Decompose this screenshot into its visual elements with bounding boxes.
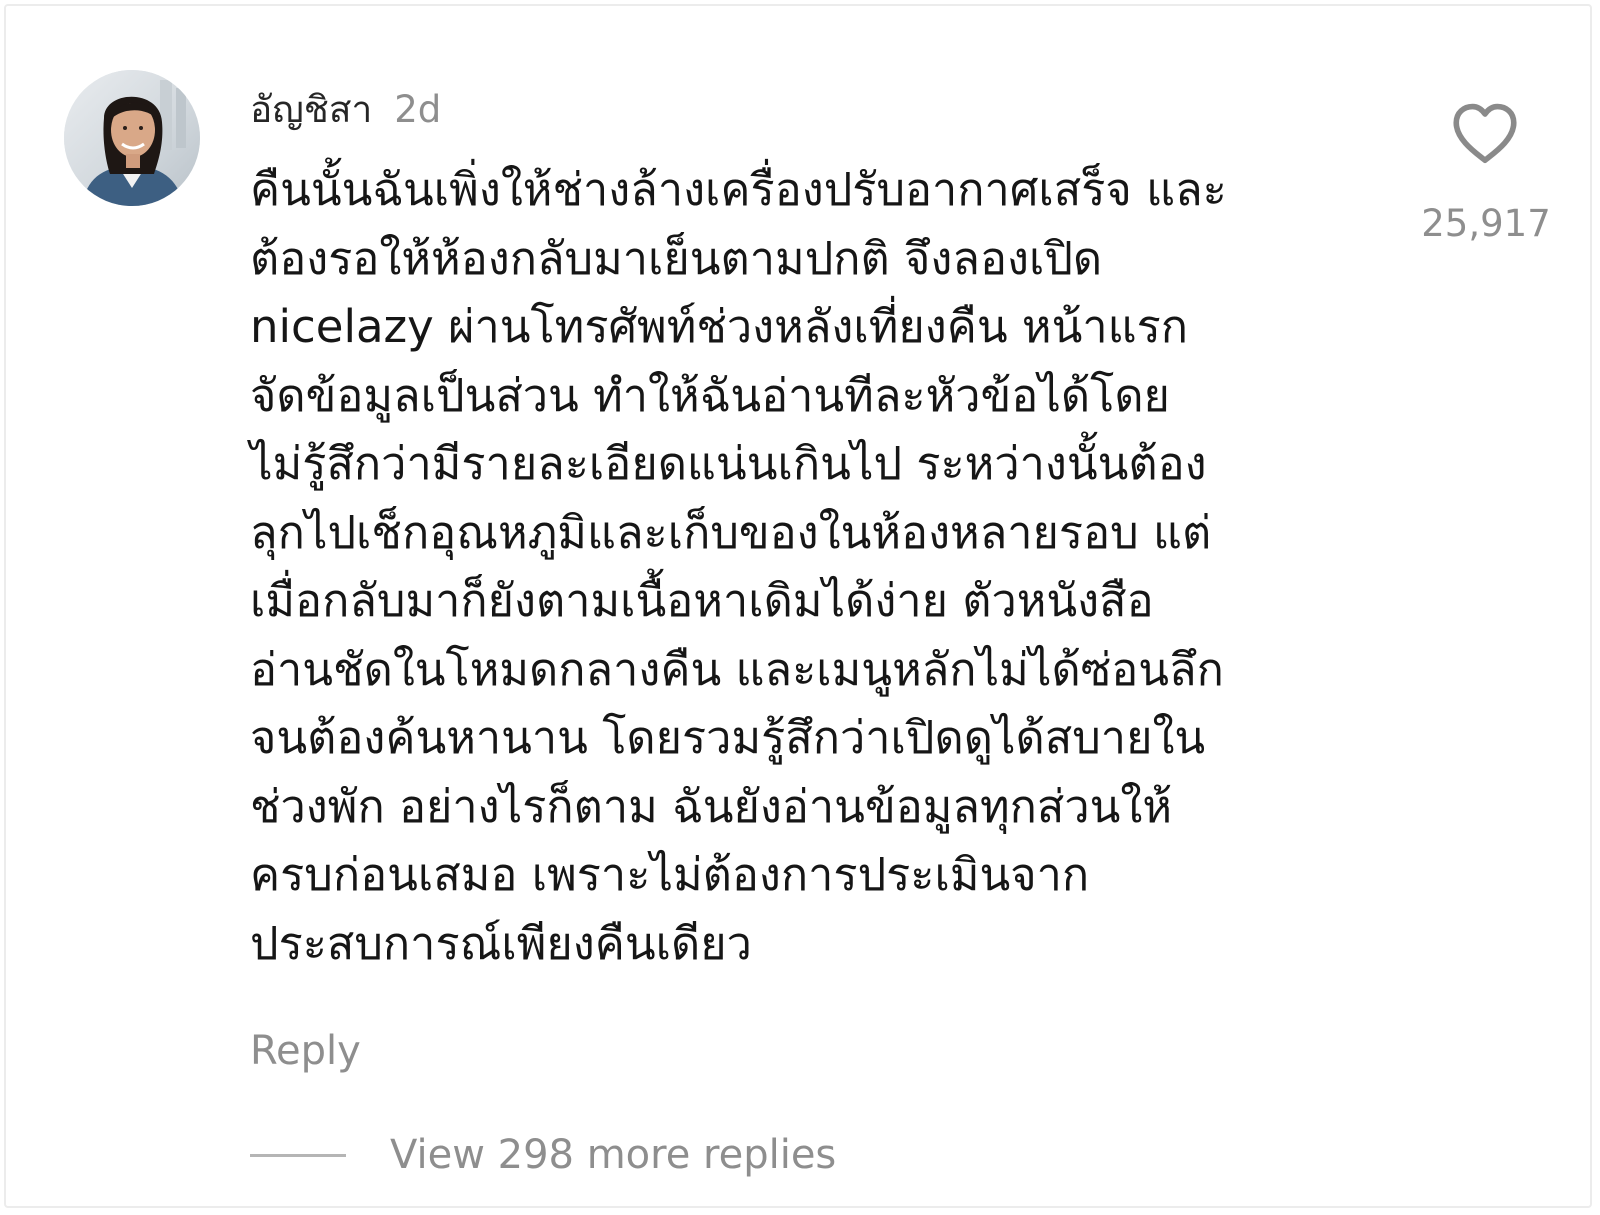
comment-text-line: ช่วงพัก อย่างไรก็ตาม ฉันยังอ่านข้อมูลทุก… [250,779,1173,833]
replies-divider [250,1153,346,1157]
reply-button[interactable]: Reply [250,1028,361,1074]
comment-body: คืนนั้นฉันเพิ่งให้ช่างล้างเครื่องปรับอาก… [250,156,1340,978]
comment-header: อัญชิสา 2d [250,80,441,136]
comment-text-line: จัดข้อมูลเป็นส่วน ทำให้ฉันอ่านทีละหัวข้อ… [250,368,1170,422]
comment-text-line: ลุกไปเช็กอุณหภูมิและเก็บของในห้องหลายรอบ… [250,505,1212,559]
username[interactable]: อัญชิสา [250,80,372,139]
comment-text-line: จนต้องค้นหานาน โดยรวมรู้สึกว่าเปิดดูได้ส… [250,711,1206,764]
comment-text-line: ครบก่อนเสมอ เพราะไม่ต้องการประเมินจาก [250,848,1090,901]
avatar[interactable] [64,70,200,206]
comment-text-line: ประสบการณ์เพียงคืนเดียว [250,916,752,970]
comment-text-line: คืนนั้นฉันเพิ่งให้ช่างล้างเครื่องปรับอาก… [250,163,1227,216]
comment-text-line: ไม่รู้สึกว่ามีรายละเอียดแน่นเกินไป ระหว่… [250,437,1207,490]
comment-text-line: อ่านชัดในโหมดกลางคืน และเมนูหลักไม่ได้ซ่… [250,642,1224,696]
heart-outline-icon [1453,103,1517,164]
view-more-replies-button[interactable]: View 298 more replies [250,1132,836,1178]
comment-text-line: เมื่อกลับมาก็ยังตามเนื้อหาเดิมได้ง่าย ตั… [250,574,1154,627]
comment-text-line: ต้องรอให้ห้องกลับมาเย็นตามปกติ จึงลองเปิ… [250,231,1103,285]
like-button[interactable] [1450,102,1520,166]
view-more-replies-label: View 298 more replies [390,1132,837,1178]
like-count: 25,917 [1421,202,1551,245]
comment-timestamp: 2d [394,88,442,131]
comment-text-line: nicelazy ผ่านโทรศัพท์ช่วงหลังเที่ยงคืน ห… [250,300,1189,353]
comment-card: อัญชิสา 2d คืนนั้นฉันเพิ่งให้ช่างล้างเคร… [4,4,1592,1208]
user-avatar-photo [64,70,200,206]
